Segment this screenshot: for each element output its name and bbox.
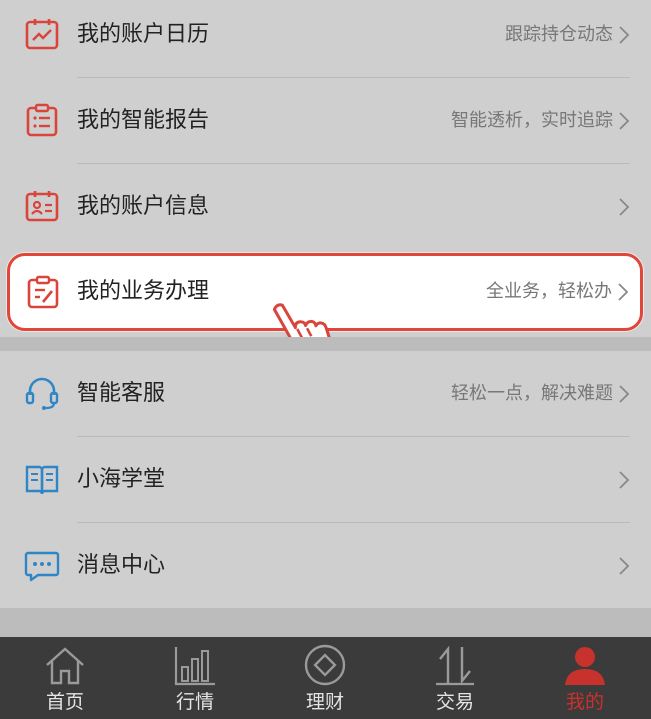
tab-label: 行情 bbox=[175, 691, 214, 713]
exchange-arrows-icon bbox=[436, 645, 474, 686]
tab-label: 交易 bbox=[435, 691, 474, 713]
menu-item-smart-report[interactable]: 我的智能报告 智能透析，实时追踪 bbox=[0, 78, 651, 164]
menu-item-label: 我的账户信息 bbox=[77, 194, 210, 219]
tab-market[interactable]: 行情 bbox=[130, 637, 260, 719]
menu-item-label: 消息中心 bbox=[77, 553, 166, 578]
menu-item-label: 我的智能报告 bbox=[77, 108, 210, 133]
menu-item-smart-service[interactable]: 智能客服 轻松一点，解决难题 bbox=[0, 351, 651, 437]
menu-item-hint: 全业务，轻松办 bbox=[486, 281, 612, 302]
clipboard-edit-icon bbox=[27, 275, 59, 309]
home-icon bbox=[46, 647, 84, 685]
chevron-right-icon bbox=[619, 198, 630, 216]
user-icon bbox=[565, 647, 605, 685]
headset-icon bbox=[25, 377, 59, 410]
chevron-right-icon bbox=[618, 283, 629, 301]
diamond-icon bbox=[304, 644, 346, 686]
chevron-right-icon bbox=[619, 471, 630, 489]
chat-bubble-icon bbox=[24, 551, 60, 582]
menu-item-label: 我的账户日历 bbox=[77, 22, 210, 47]
menu-item-hint: 跟踪持仓动态 bbox=[505, 24, 613, 45]
bottom-tab-bar: 首页 行情 理财 交易 我的 bbox=[0, 637, 651, 719]
tab-label: 我的 bbox=[565, 691, 604, 713]
tab-label: 首页 bbox=[45, 691, 84, 713]
chevron-right-icon bbox=[619, 557, 630, 575]
menu-item-label: 我的业务办理 bbox=[77, 279, 210, 304]
tab-home[interactable]: 首页 bbox=[0, 637, 130, 719]
menu-item-message-center[interactable]: 消息中心 bbox=[0, 523, 651, 609]
chevron-right-icon bbox=[619, 112, 630, 130]
menu-item-hint: 智能透析，实时追踪 bbox=[451, 110, 613, 131]
calendar-chart-icon bbox=[25, 19, 59, 50]
menu-item-label: 智能客服 bbox=[77, 381, 166, 406]
section-gap bbox=[0, 337, 651, 351]
open-book-icon bbox=[25, 465, 59, 495]
chevron-right-icon bbox=[619, 26, 630, 44]
menu-item-account-info[interactable]: 我的账户信息 bbox=[0, 164, 651, 250]
menu-item-hint: 轻松一点，解决难题 bbox=[451, 383, 613, 404]
menu-item-academy[interactable]: 小海学堂 bbox=[0, 437, 651, 523]
menu-item-account-calendar[interactable]: 我的账户日历 跟踪持仓动态 bbox=[0, 0, 651, 78]
tab-wealth[interactable]: 理财 bbox=[260, 637, 390, 719]
menu-section-service: 智能客服 轻松一点，解决难题 小海学堂 消息中心 bbox=[0, 351, 651, 608]
menu-item-label: 小海学堂 bbox=[77, 467, 166, 492]
section-gap bbox=[0, 608, 651, 637]
tab-mine[interactable]: 我的 bbox=[520, 637, 650, 719]
tab-label: 理财 bbox=[305, 691, 344, 713]
chevron-right-icon bbox=[619, 385, 630, 403]
bar-chart-icon bbox=[174, 647, 215, 686]
tab-trade[interactable]: 交易 bbox=[390, 637, 520, 719]
id-card-icon bbox=[25, 191, 59, 222]
clipboard-list-icon bbox=[26, 103, 58, 137]
